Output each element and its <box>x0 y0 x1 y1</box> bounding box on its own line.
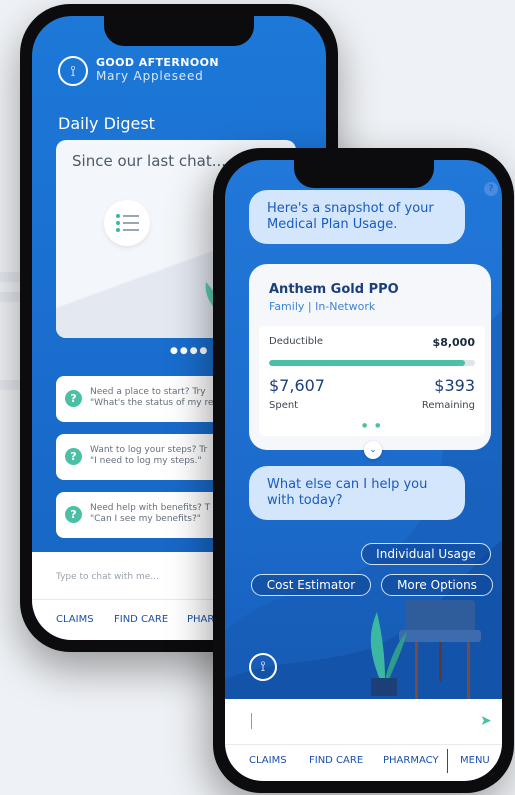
deductible-progress-bar <box>269 360 475 366</box>
question-icon: ? <box>65 448 82 465</box>
list-icon <box>104 200 150 246</box>
greeting-title: GOOD AFTERNOON <box>96 56 219 69</box>
deductible-label: Deductible <box>269 336 324 347</box>
logo-icon: ⟟ <box>58 56 88 86</box>
front-phone: ? Here's a snapshot of your Medical Plan… <box>213 148 514 793</box>
individual-usage-chip[interactable]: Individual Usage <box>361 543 491 565</box>
plan-subtitle: Family | In-Network <box>269 300 376 313</box>
prompt-line-1: Want to log your steps? Tr <box>90 445 208 455</box>
remaining-value: $393 <box>434 376 475 395</box>
phone-notch <box>293 160 434 188</box>
prompt-line-2: "What's the status of my re <box>90 398 214 408</box>
cost-estimator-chip[interactable]: Cost Estimator <box>251 574 371 596</box>
daily-digest-title: Daily Digest <box>58 114 155 133</box>
spent-label: Spent <box>269 400 299 411</box>
chevron-down-icon[interactable]: ⌄ <box>364 441 382 459</box>
nav-menu[interactable]: MENU <box>460 755 490 766</box>
prompt-line-2: "Can I see my benefits?" <box>90 514 201 524</box>
deductible-total: $8,000 <box>432 336 475 349</box>
more-options-chip[interactable]: More Options <box>381 574 493 596</box>
nav-find-care[interactable]: FIND CARE <box>114 614 168 625</box>
prompt-line-1: Need a place to start? Try <box>90 387 206 397</box>
user-name: Mary Appleseed <box>96 69 204 83</box>
prompt-line-2: "I need to log my steps." <box>90 456 202 466</box>
front-phone-screen: ? Here's a snapshot of your Medical Plan… <box>225 160 502 781</box>
bot-message-bubble: What else can I help you with today? <box>249 466 465 520</box>
plan-usage-card[interactable]: Anthem Gold PPO Family | In-Network Dedu… <box>249 264 491 450</box>
nav-claims[interactable]: CLAIMS <box>249 755 287 766</box>
deductible-panel: Deductible $8,000 $7,607 $393 Spent Rema… <box>259 326 485 436</box>
nav-claims[interactable]: CLAIMS <box>56 614 94 625</box>
chat-input[interactable]: ➤ <box>225 699 502 745</box>
text-cursor <box>251 713 252 729</box>
spent-value: $7,607 <box>269 376 325 395</box>
plant-illustration <box>370 612 407 696</box>
nav-find-care[interactable]: FIND CARE <box>309 755 363 766</box>
logo-icon: ⟟ <box>249 653 277 681</box>
card-pager[interactable]: ● ● <box>362 422 383 429</box>
phone-notch <box>104 16 254 46</box>
bot-message-bubble: Here's a snapshot of your Medical Plan U… <box>249 190 465 244</box>
digest-card-text: Since our last chat... <box>72 152 227 170</box>
chat-input-placeholder: Type to chat with me... <box>56 572 159 582</box>
question-icon: ? <box>65 390 82 407</box>
remaining-label: Remaining <box>421 400 475 411</box>
nav-divider <box>447 749 448 773</box>
plan-name: Anthem Gold PPO <box>269 282 399 297</box>
deductible-progress-fill <box>269 360 465 366</box>
nav-pharmacy[interactable]: PHARMACY <box>383 755 439 766</box>
prompt-line-1: Need help with benefits? T <box>90 503 211 513</box>
bottom-nav: CLAIMS FIND CARE PHARMACY MENU <box>225 745 502 781</box>
send-icon[interactable]: ➤ <box>480 713 492 729</box>
question-icon: ? <box>65 506 82 523</box>
digest-pager[interactable]: ●●●● <box>170 346 209 356</box>
